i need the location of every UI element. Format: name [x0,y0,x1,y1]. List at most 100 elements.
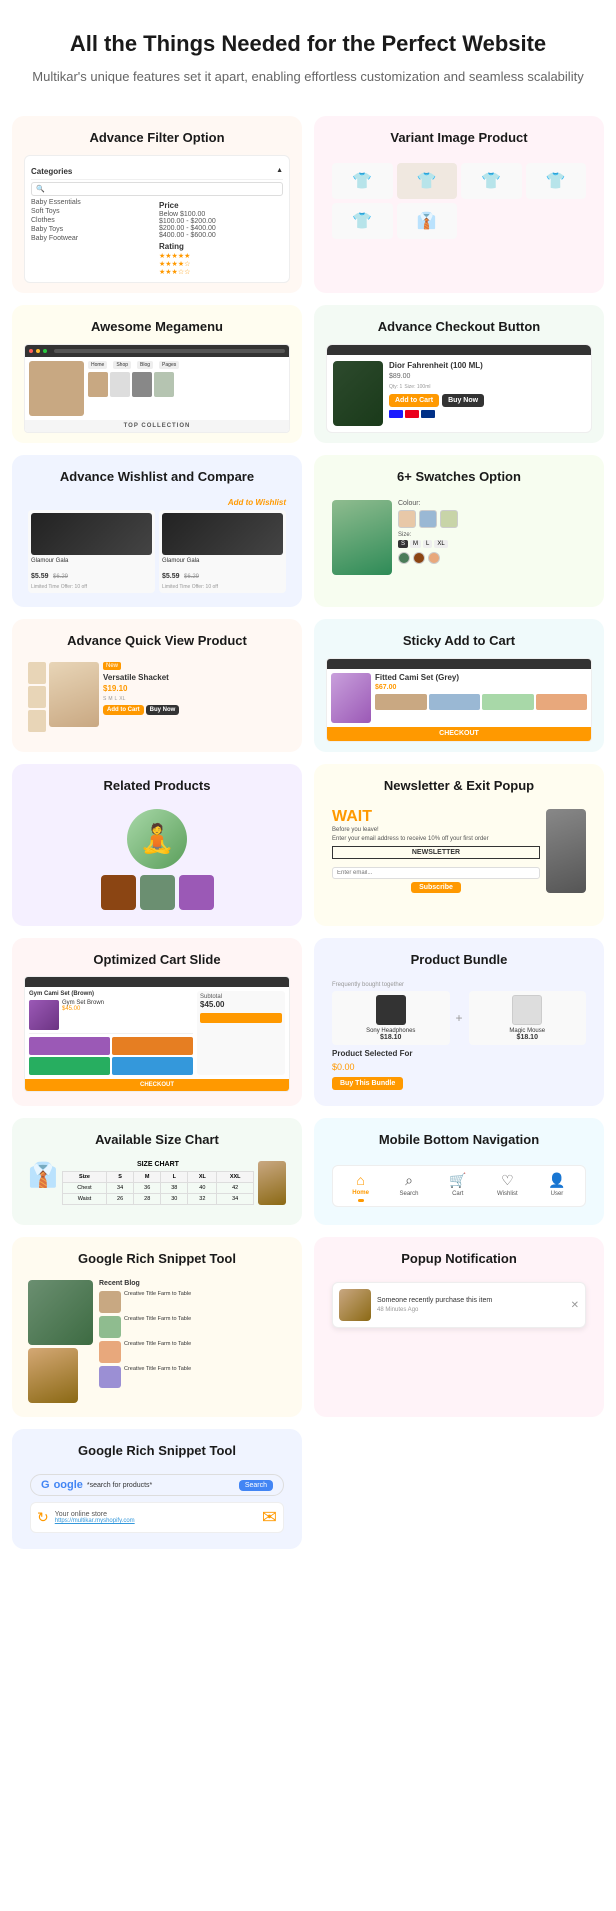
newsletter-subscribe-button[interactable]: Subscribe [411,882,461,893]
filter-ui-mock: Categories ▲ 🔍 Baby Essentials Soft Toys… [24,155,290,283]
checkout-product-info: Dior Fahrenheit (100 ML) $89.00 Qty: 1 S… [389,361,585,426]
sticky-v4[interactable] [536,694,588,710]
feature-title-checkout: Advance Checkout Button [326,319,592,336]
blog-item-text-2: Creative Title Farm to Table [124,1316,191,1338]
newsletter-email-input[interactable] [332,867,540,879]
quickview-thumb-3[interactable] [28,710,46,732]
buy-now-button[interactable]: Buy Now [442,394,484,407]
sticky-checkout-button[interactable]: CHECKOUT [327,727,591,741]
variant-item-5[interactable]: 👕 [332,203,393,239]
blog-secondary-image [28,1348,78,1403]
quickview-size-s[interactable]: S [103,696,106,702]
visa-icon [389,410,403,418]
swatch-img-3[interactable] [440,510,458,528]
add-to-cart-button[interactable]: Add to Cart [389,394,439,407]
popup-close-button[interactable]: ✕ [571,1300,579,1311]
megamenu-product-1 [88,372,108,397]
shirt-icon-5: 👕 [352,211,372,231]
variant-item-3[interactable]: 👕 [461,163,522,199]
quickview-thumb-2[interactable] [28,686,46,708]
filter-search-input[interactable]: 🔍 [31,182,283,196]
variant-item-6[interactable]: 👔 [397,203,458,239]
variant-item-1[interactable]: 👕 [332,163,393,199]
home-icon: ⌂ [356,1172,364,1188]
quickview-thumbnails [28,662,46,732]
email-icon: ✉ [262,1507,277,1528]
feature-title-swatches: 6+ Swatches Option [326,469,592,486]
feature-title-filter: Advance Filter Option [24,130,290,147]
quickview-size-xl[interactable]: XL [119,696,125,702]
size-chart-label: SIZE CHART [62,1161,254,1168]
variant-item-4[interactable]: 👕 [526,163,587,199]
megamenu-content: Home Shop Blog Pages [25,357,289,420]
mobile-nav-search[interactable]: ⌕ Search [399,1172,418,1202]
wishlist-ui-mock: Add to Wishlist Glamour Gala $5.59 $6.29… [24,494,290,597]
quickview-action-buttons: Add to Cart Buy Now [103,705,286,715]
bundle-total-price: $0.00 [332,1062,586,1072]
variant-item-2[interactable]: 👕 [397,163,458,199]
cart-footer-checkout[interactable]: CHECKOUT [25,1079,289,1091]
quickview-cart-button[interactable]: Add to Cart [103,705,144,715]
mobile-nav-home[interactable]: ⌂ Home [352,1172,369,1202]
sticky-v2[interactable] [429,694,481,710]
sticky-product-title: Fitted Cami Set (Grey) [375,673,587,682]
product-price-2: $5.59 [162,573,180,580]
cart-nav-icon: 🛒 [449,1172,466,1189]
row1-s: 34 [107,1183,134,1194]
rich-search-bar: G oogle *search for products* Search [30,1474,284,1496]
rich-store-url[interactable]: https://multikar.myshopify.com [55,1518,256,1524]
rich-search-button[interactable]: Search [239,1480,273,1491]
sticky-price: $67.00 [375,684,587,691]
product-name-2: Glamour Gala [162,558,283,564]
product-price-1: $5.59 [31,573,49,580]
feature-advance-filter: Advance Filter Option Categories ▲ 🔍 Bab… [12,116,302,293]
popup-time-text: 48 Minutes Ago [377,1306,565,1314]
cart-checkout-btn[interactable] [200,1013,282,1023]
rich-search-placeholder: *search for products* [87,1482,235,1489]
quickview-buy-button[interactable]: Buy Now [146,705,180,715]
filter-categories-col: Baby Essentials Soft Toys Clothes Baby T… [31,198,155,276]
size-m[interactable]: M [410,540,421,548]
blog-hero-image [28,1280,93,1345]
mobile-nav-user[interactable]: 👤 User [548,1172,565,1202]
megamenu-hero-image [29,361,84,416]
color-green[interactable] [398,552,410,564]
size-l[interactable]: L [423,540,432,548]
cart-product-price-1: $45.00 [62,1006,104,1012]
bundle-product-price-2: $18.10 [473,1034,583,1041]
size-s[interactable]: S [398,540,408,548]
mobile-nav-cart[interactable]: 🛒 Cart [449,1172,466,1202]
checkout-mock-content: Dior Fahrenheit (100 ML) $89.00 Qty: 1 S… [327,355,591,432]
feature-megamenu: Awesome Megamenu Home Shop Blog Pages [12,305,302,443]
blog-item-text-1: Creative Title Farm to Table [124,1291,191,1313]
feature-product-bundle: Product Bundle Frequently bought togethe… [314,938,604,1107]
product-image-2 [162,513,283,555]
sticky-v1[interactable] [375,694,427,710]
feature-title-snippet: Google Rich Snippet Tool [24,1443,290,1460]
feature-checkout: Advance Checkout Button Dior Fahrenheit … [314,305,604,443]
mobile-nav-wishlist[interactable]: ♡ Wishlist [497,1172,518,1202]
quickview-size-m[interactable]: M [108,696,112,702]
filter-item-clothes: Clothes [31,216,155,225]
color-brown[interactable] [413,552,425,564]
feature-swatches: 6+ Swatches Option Colour: Size: S M L [314,455,604,607]
size-label: Size: [398,532,586,538]
swatch-img-2[interactable] [419,510,437,528]
related-product-1 [101,875,136,910]
sizechart-ui-mock: 👔 SIZE CHART Size S M L XL XXL [24,1157,290,1209]
size-xl[interactable]: XL [434,540,447,548]
quickview-size-l[interactable]: L [115,696,118,702]
feature-google-snippet: Google Rich Snippet Tool G oogle *search… [12,1429,302,1549]
sticky-ui-mock: Fitted Cami Set (Grey) $67.00 CHECKOUT [326,658,592,742]
swatch-img-1[interactable] [398,510,416,528]
mobile-nav-bar: ⌂ Home ⌕ Search 🛒 Cart ♡ Wishlist 👤 [332,1165,586,1207]
bundle-product-1: Sony Headphones $18.10 [332,991,450,1045]
sizechart-model-image [258,1161,286,1205]
feature-popup-notification: Popup Notification Someone recently purc… [314,1237,604,1417]
blog-item-2: Creative Title Farm to Table [99,1316,286,1338]
bundle-buy-button[interactable]: Buy This Bundle [332,1077,403,1090]
quickview-thumb-1[interactable] [28,662,46,684]
color-peach[interactable] [428,552,440,564]
sticky-v3[interactable] [482,694,534,710]
sticky-content: Fitted Cami Set (Grey) $67.00 [327,669,591,727]
